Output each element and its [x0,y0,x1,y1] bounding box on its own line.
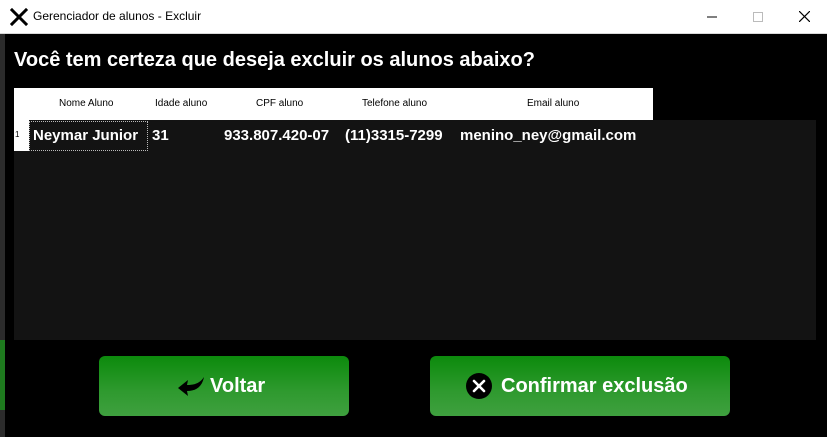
cell-nome[interactable]: Neymar Junior [33,127,138,144]
back-arrow-icon [178,377,204,396]
column-header-idade[interactable]: Idade aluno [155,98,207,109]
column-header-cpf[interactable]: CPF aluno [256,98,303,109]
window-title: Gerenciador de alunos - Excluir [33,9,202,23]
maximize-icon [753,11,763,22]
confirm-button-label: Confirmar exclusão [501,375,688,397]
column-header-nome[interactable]: Nome Aluno [59,98,113,109]
background-window-edge [0,34,5,437]
confirmation-question: Você tem certeza que deseja excluir os a… [14,49,535,71]
back-button-label: Voltar [210,375,266,397]
title-bar: Gerenciador de alunos - Excluir [0,0,827,34]
cancel-circle-icon [466,373,492,399]
row-header[interactable]: 1 [14,120,29,151]
minimize-icon [707,16,717,17]
back-button[interactable]: Voltar [99,356,349,416]
column-header-email[interactable]: Email aluno [527,98,579,109]
minimize-button[interactable] [689,0,735,33]
close-icon [798,11,810,22]
row-index: 1 [15,130,20,139]
students-grid[interactable] [14,120,816,340]
grid-header-row: Nome Aluno Idade aluno CPF aluno Telefon… [14,88,653,120]
cell-email[interactable]: menino_ney@gmail.com [460,127,636,144]
close-button[interactable] [781,0,827,33]
confirm-delete-button[interactable]: Confirmar exclusão [430,356,730,416]
cell-cpf[interactable]: 933.807.420-07 [224,127,329,144]
x-mark-icon [10,8,28,26]
maximize-button[interactable] [735,0,781,33]
cell-telefone[interactable]: (11)3315-7299 [345,127,443,144]
cell-idade[interactable]: 31 [152,127,169,144]
column-header-telefone[interactable]: Telefone aluno [362,98,427,109]
